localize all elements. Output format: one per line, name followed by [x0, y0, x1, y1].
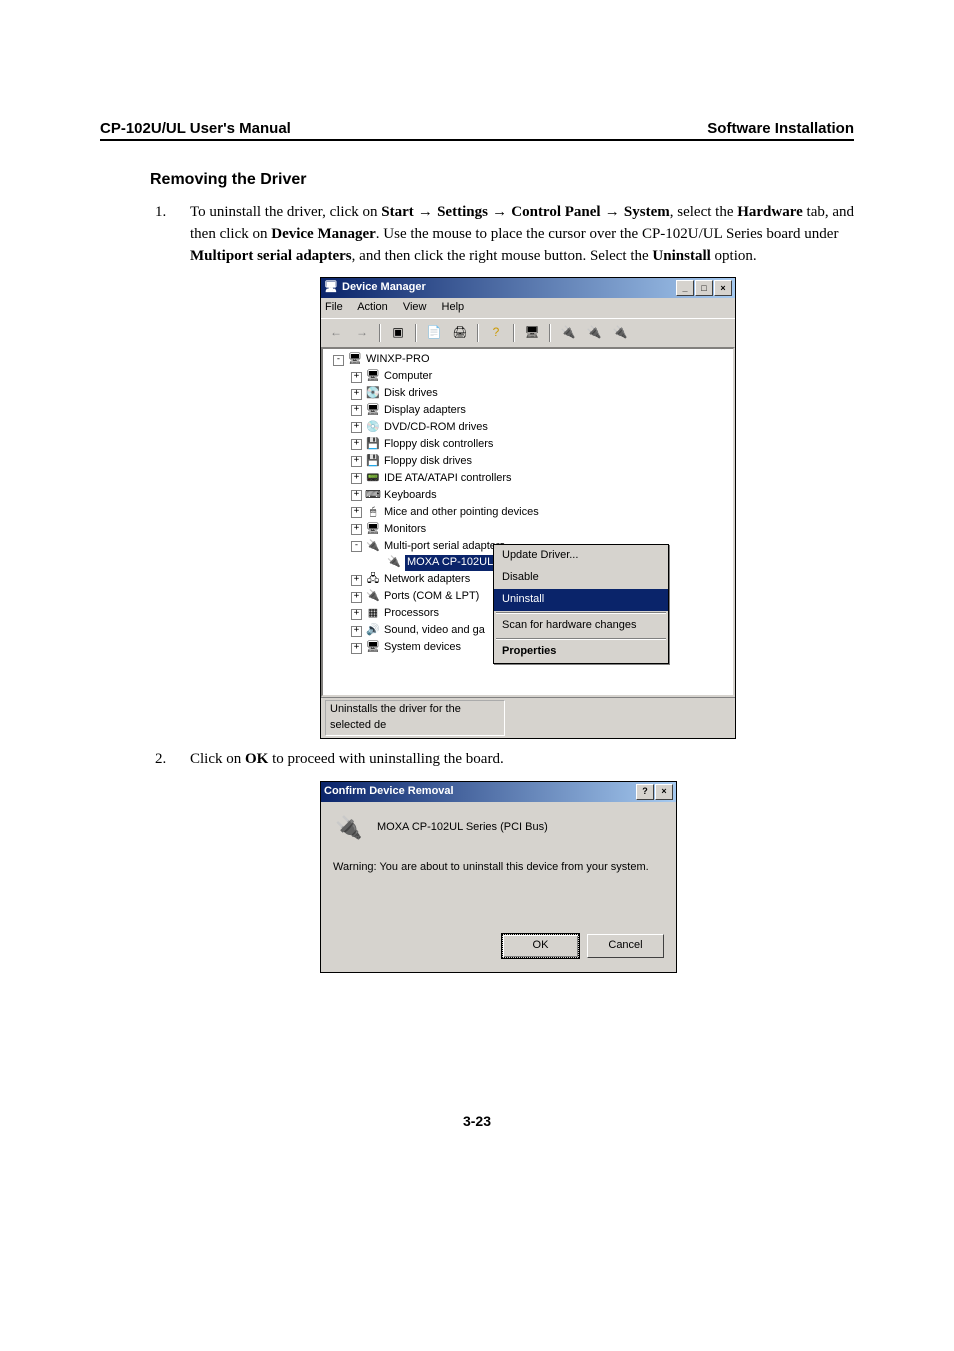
- display-icon: 🖥: [365, 404, 381, 418]
- close-button[interactable]: ×: [714, 280, 732, 296]
- tree-root[interactable]: -🖥WINXP-PRO: [333, 352, 731, 369]
- keyboard-icon: ⌨: [365, 489, 381, 503]
- computer-icon: 🖥: [347, 353, 363, 367]
- menu-file[interactable]: File: [325, 301, 343, 313]
- properties-icon[interactable]: 📄: [423, 322, 445, 344]
- dvd-icon: 💿: [365, 421, 381, 435]
- tree-node-disk[interactable]: +💽Disk drives: [351, 386, 731, 403]
- menu-help[interactable]: Help: [442, 301, 465, 313]
- status-text: Uninstalls the driver for the selected d…: [325, 700, 505, 736]
- floppy-icon: 💾: [365, 455, 381, 469]
- up-icon[interactable]: ▣: [387, 322, 409, 344]
- tree-node-computer[interactable]: +🖥Computer: [351, 369, 731, 386]
- cancel-button[interactable]: Cancel: [587, 934, 664, 958]
- tool-icon-1[interactable]: 🔌: [557, 322, 579, 344]
- print-icon[interactable]: 🖨: [449, 322, 471, 344]
- help-button[interactable]: ?: [636, 784, 654, 800]
- ctx-properties[interactable]: Properties: [494, 641, 668, 663]
- app-icon: 🖥: [324, 281, 338, 295]
- scan-icon[interactable]: 🖥: [521, 322, 543, 344]
- ctx-disable[interactable]: Disable: [494, 567, 668, 589]
- maximize-button[interactable]: □: [695, 280, 713, 296]
- sound-icon: 🔊: [365, 624, 381, 638]
- section-heading: Removing the Driver: [150, 171, 854, 189]
- step-2: Click on OK to proceed with uninstalling…: [170, 749, 854, 973]
- tree-node-fdd[interactable]: +💾Floppy disk drives: [351, 454, 731, 471]
- instruction-list: To uninstall the driver, click on Start …: [170, 201, 854, 973]
- tree-node-dvd[interactable]: +💿DVD/CD-ROM drives: [351, 420, 731, 437]
- page-number: 3-23: [100, 1113, 854, 1129]
- tree-node-monitors[interactable]: +🖥Monitors: [351, 522, 731, 539]
- tool-icon-3[interactable]: 🔌: [609, 322, 631, 344]
- confirm-dialog: Confirm Device Removal ? × 🔌 MOXA CP-102…: [320, 781, 677, 973]
- header-right: Software Installation: [707, 120, 854, 137]
- dialog-titlebar[interactable]: Confirm Device Removal ? ×: [321, 782, 676, 802]
- serial-card-icon: 🔌: [386, 556, 402, 570]
- device-manager-window: 🖥 Device Manager _ □ × File Action View …: [320, 277, 736, 739]
- monitor-icon: 🖥: [365, 523, 381, 537]
- ports-icon: 🔌: [365, 590, 381, 604]
- dialog-device-name: MOXA CP-102UL Series (PCI Bus): [377, 820, 548, 836]
- network-icon: 🖧: [365, 573, 381, 587]
- ctx-update-driver[interactable]: Update Driver...: [494, 545, 668, 567]
- serial-icon: 🔌: [365, 539, 381, 553]
- controller-icon: 📟: [365, 472, 381, 486]
- back-button[interactable]: ←: [325, 322, 347, 344]
- window-title: Device Manager: [342, 280, 676, 296]
- device-tree[interactable]: -🖥WINXP-PRO +🖥Computer +💽Disk drives +🖥D…: [321, 347, 735, 697]
- toolbar: ← → ▣ 📄 🖨 ? 🖥 🔌 🔌 🔌: [321, 318, 735, 347]
- tree-node-keyboards[interactable]: +⌨Keyboards: [351, 488, 731, 505]
- titlebar[interactable]: 🖥 Device Manager _ □ ×: [321, 278, 735, 298]
- dialog-warning: Warning: You are about to uninstall this…: [333, 860, 664, 876]
- help-icon[interactable]: ?: [485, 322, 507, 344]
- header-left: CP-102U/UL User's Manual: [100, 120, 291, 137]
- tree-node-fdc[interactable]: +💾Floppy disk controllers: [351, 437, 731, 454]
- context-menu: Update Driver... Disable Uninstall Scan …: [493, 544, 669, 664]
- tree-node-display[interactable]: +🖥Display adapters: [351, 403, 731, 420]
- system-icon: 🖥: [365, 641, 381, 655]
- step-1: To uninstall the driver, click on Start …: [170, 201, 854, 739]
- menu-bar: File Action View Help: [321, 298, 735, 318]
- tree-node-mice[interactable]: +🖱Mice and other pointing devices: [351, 505, 731, 522]
- tree-node-ide[interactable]: +📟IDE ATA/ATAPI controllers: [351, 471, 731, 488]
- cpu-icon: ▦: [365, 607, 381, 621]
- ok-button[interactable]: OK: [502, 934, 579, 958]
- ctx-scan[interactable]: Scan for hardware changes: [494, 615, 668, 637]
- mouse-icon: 🖱: [365, 506, 381, 520]
- menu-view[interactable]: View: [403, 301, 427, 313]
- ctx-uninstall[interactable]: Uninstall: [494, 589, 668, 611]
- floppy-icon: 💾: [365, 438, 381, 452]
- menu-action[interactable]: Action: [357, 301, 388, 313]
- status-bar: Uninstalls the driver for the selected d…: [321, 697, 735, 738]
- minimize-button[interactable]: _: [676, 280, 694, 296]
- forward-button[interactable]: →: [351, 322, 373, 344]
- dialog-title: Confirm Device Removal: [324, 784, 636, 800]
- page-header: CP-102U/UL User's Manual Software Instal…: [100, 120, 854, 141]
- disk-icon: 💽: [365, 387, 381, 401]
- device-icon: 🖥: [365, 370, 381, 384]
- device-card-icon: 🔌: [333, 814, 365, 842]
- tool-icon-2[interactable]: 🔌: [583, 322, 605, 344]
- dialog-close-button[interactable]: ×: [655, 784, 673, 800]
